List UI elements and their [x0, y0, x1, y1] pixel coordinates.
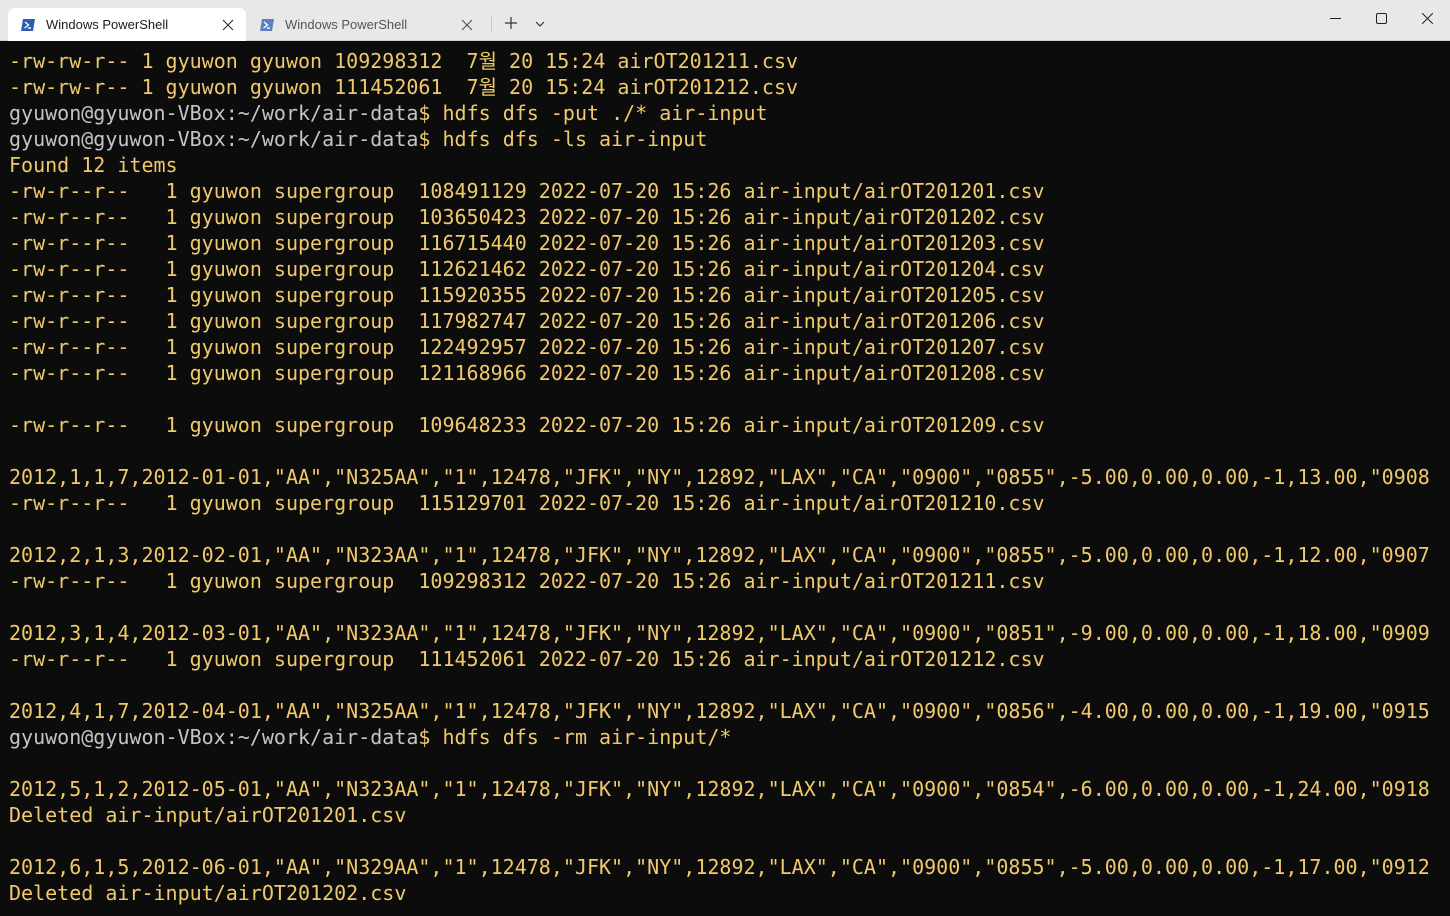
line-text: 2012,5,1,2,2012-05-01,"AA","N323AA","1",…: [9, 777, 1430, 801]
terminal-line: -rw-r--r-- 1 gyuwon supergroup 115920355…: [9, 282, 1450, 308]
line-text: Deleted air-input/airOT201202.csv: [9, 881, 407, 905]
tab-divider: [491, 15, 492, 33]
close-icon[interactable]: [455, 13, 479, 37]
terminal-line: -rw-rw-r-- 1 gyuwon gyuwon 109298312 7월 …: [9, 48, 1450, 74]
line-text: -rw-r--r-- 1 gyuwon supergroup 115920355…: [9, 283, 1045, 307]
line-text: -rw-r--r-- 1 gyuwon supergroup 108491129…: [9, 179, 1045, 203]
terminal-line: -rw-r--r-- 1 gyuwon supergroup 117982747…: [9, 308, 1450, 334]
plus-icon: [504, 16, 518, 35]
terminal-line: -rw-r--r-- 1 gyuwon supergroup 111452061…: [9, 646, 1450, 672]
line-text: -rw-rw-r-- 1 gyuwon gyuwon 111452061 7월 …: [9, 75, 799, 99]
tab-windows-powershell-2[interactable]: Windows PowerShell: [247, 8, 485, 41]
maximize-icon: [1375, 11, 1387, 29]
line-text: -rw-r--r-- 1 gyuwon supergroup 103650423…: [9, 205, 1045, 229]
title-bar[interactable]: Windows PowerShell Windows PowerShell: [0, 0, 1450, 41]
line-text: 2012,1,1,7,2012-01-01,"AA","N325AA","1",…: [9, 465, 1430, 489]
tab-label: Windows PowerShell: [46, 17, 169, 32]
terminal-line: -rw-r--r-- 1 gyuwon supergroup 115129701…: [9, 490, 1450, 516]
powershell-icon: [259, 17, 275, 33]
line-text: -rw-r--r-- 1 gyuwon supergroup 117982747…: [9, 309, 1045, 333]
line-text: -rw-r--r-- 1 gyuwon supergroup 121168966…: [9, 361, 1045, 385]
command-text: $ hdfs dfs -put ./* air-input: [418, 101, 768, 125]
terminal-line: -rw-r--r-- 1 gyuwon supergroup 108491129…: [9, 178, 1450, 204]
line-text: 2012,6,1,5,2012-06-01,"AA","N329AA","1",…: [9, 855, 1430, 879]
terminal-line: 2012,1,1,7,2012-01-01,"AA","N325AA","1",…: [9, 464, 1450, 490]
terminal-line: -rw-r--r-- 1 gyuwon supergroup 109648233…: [9, 412, 1450, 438]
tab-windows-powershell-1[interactable]: Windows PowerShell: [8, 8, 246, 41]
prompt-path: :~/work/air-data: [225, 725, 419, 749]
prompt-host: gyuwon@gyuwon-VBox: [9, 127, 226, 151]
minimize-button[interactable]: [1312, 0, 1358, 40]
prompt-path: :~/work/air-data: [225, 127, 419, 151]
line-text: Deleted air-input/airOT201201.csv: [9, 803, 407, 827]
prompt-host: gyuwon@gyuwon-VBox: [9, 101, 226, 125]
terminal-line: -rw-r--r-- 1 gyuwon supergroup 121168966…: [9, 360, 1450, 386]
profiles-dropdown-button[interactable]: [528, 12, 552, 38]
line-text: 2012,3,1,4,2012-03-01,"AA","N323AA","1",…: [9, 621, 1430, 645]
line-text: -rw-r--r-- 1 gyuwon supergroup 109298312…: [9, 569, 1045, 593]
line-text: -rw-r--r-- 1 gyuwon supergroup 116715440…: [9, 231, 1045, 255]
terminal-line: 2012,2,1,3,2012-02-01,"AA","N323AA","1",…: [9, 542, 1450, 568]
prompt-path: :~/work/air-data: [225, 101, 419, 125]
minimize-icon: [1329, 11, 1341, 29]
maximize-button[interactable]: [1358, 0, 1404, 40]
terminal-line: Deleted air-input/airOT201201.csv: [9, 802, 1450, 828]
prompt-host: gyuwon@gyuwon-VBox: [9, 725, 226, 749]
terminal-line: -rw-rw-r-- 1 gyuwon gyuwon 111452061 7월 …: [9, 74, 1450, 100]
new-tab-button[interactable]: [498, 12, 524, 38]
line-text: -rw-r--r-- 1 gyuwon supergroup 109648233…: [9, 413, 1045, 437]
terminal-line: -rw-r--r-- 1 gyuwon supergroup 103650423…: [9, 204, 1450, 230]
terminal-prompt-line: gyuwon@gyuwon-VBox:~/work/air-data$ hdfs…: [9, 724, 1450, 750]
command-text: $ hdfs dfs -ls air-input: [418, 127, 708, 151]
terminal-line: Found 12 items: [9, 152, 1450, 178]
window-close-icon: [1421, 11, 1433, 29]
terminal-output[interactable]: -rw-rw-r-- 1 gyuwon gyuwon 109298312 7월 …: [0, 41, 1450, 916]
window-close-button[interactable]: [1404, 0, 1450, 40]
terminal-line: -rw-r--r-- 1 gyuwon supergroup 112621462…: [9, 256, 1450, 282]
terminal-line: -rw-r--r-- 1 gyuwon supergroup 109298312…: [9, 568, 1450, 594]
line-text: 2012,4,1,7,2012-04-01,"AA","N325AA","1",…: [9, 699, 1430, 723]
terminal-line: 2012,6,1,5,2012-06-01,"AA","N329AA","1",…: [9, 854, 1450, 880]
terminal-line: 2012,4,1,7,2012-04-01,"AA","N325AA","1",…: [9, 698, 1450, 724]
terminal-line: -rw-r--r-- 1 gyuwon supergroup 122492957…: [9, 334, 1450, 360]
chevron-down-icon: [535, 16, 545, 34]
terminal-window: Windows PowerShell Windows PowerShell -r…: [0, 0, 1450, 916]
terminal-prompt-line: gyuwon@gyuwon-VBox:~/work/air-data$ hdfs…: [9, 100, 1450, 126]
terminal-lines: -rw-rw-r-- 1 gyuwon gyuwon 109298312 7월 …: [9, 48, 1450, 906]
close-icon[interactable]: [216, 13, 240, 37]
line-text: -rw-r--r-- 1 gyuwon supergroup 112621462…: [9, 257, 1045, 281]
line-text: -rw-r--r-- 1 gyuwon supergroup 111452061…: [9, 647, 1045, 671]
command-text: $ hdfs dfs -rm air-input/*: [418, 725, 732, 749]
line-text: 2012,2,1,3,2012-02-01,"AA","N323AA","1",…: [9, 543, 1430, 567]
line-text: -rw-r--r-- 1 gyuwon supergroup 115129701…: [9, 491, 1045, 515]
terminal-line: 2012,3,1,4,2012-03-01,"AA","N323AA","1",…: [9, 620, 1450, 646]
line-text: Found 12 items: [9, 153, 178, 177]
terminal-line: -rw-r--r-- 1 gyuwon supergroup 116715440…: [9, 230, 1450, 256]
line-text: -rw-rw-r-- 1 gyuwon gyuwon 109298312 7월 …: [9, 49, 799, 73]
terminal-line: 2012,5,1,2,2012-05-01,"AA","N323AA","1",…: [9, 776, 1450, 802]
powershell-icon: [20, 17, 36, 33]
terminal-line: Deleted air-input/airOT201202.csv: [9, 880, 1450, 906]
terminal-prompt-line: gyuwon@gyuwon-VBox:~/work/air-data$ hdfs…: [9, 126, 1450, 152]
line-text: -rw-r--r-- 1 gyuwon supergroup 122492957…: [9, 335, 1045, 359]
tab-label: Windows PowerShell: [285, 17, 408, 32]
